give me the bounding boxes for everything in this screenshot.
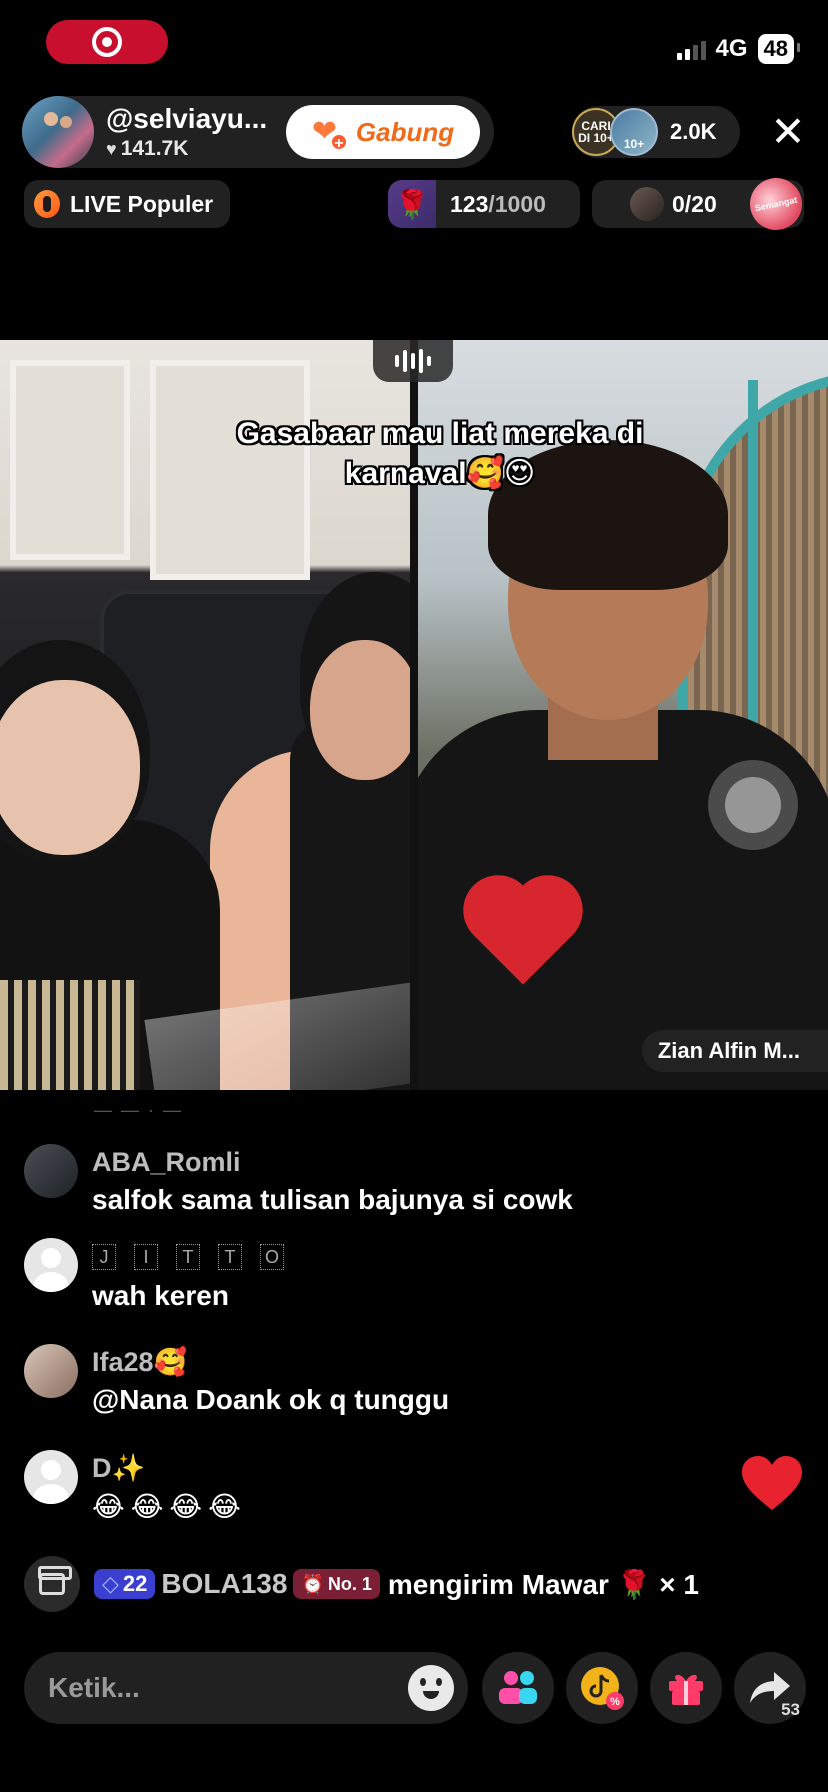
live-video-area[interactable]: Zian Alfin M... Gasabaar mau liat mereka…	[0, 340, 828, 1090]
guests-icon	[499, 1671, 537, 1704]
host-name[interactable]: @selviayu...	[106, 103, 276, 135]
tiktok-discount-icon: %	[581, 1667, 624, 1710]
comment-username[interactable]: D✨	[92, 1450, 247, 1486]
emoji-icon[interactable]	[408, 1665, 454, 1711]
faded-comment-remnant: — — · — —	[94, 1100, 183, 1114]
host-likes: ♥ 141.7K	[106, 137, 276, 161]
comment-avatar[interactable]	[24, 1344, 78, 1398]
share-button[interactable]: 53	[734, 1652, 806, 1724]
gift-sender-name[interactable]: BOLA138	[161, 1568, 287, 1600]
comment-item[interactable]: J I T T O wah keren	[24, 1238, 784, 1312]
comment-item[interactable]: Ifa28🥰 @Nana Doank ok q tunggu	[24, 1344, 784, 1416]
gift-box-icon	[24, 1556, 80, 1612]
username-letter: T	[176, 1244, 200, 1270]
comment-message: salfok sama tulisan bajunya si cowk	[92, 1184, 573, 1215]
join-button[interactable]: ❤ + Gabung	[286, 105, 480, 159]
heart-icon: ♥	[106, 138, 117, 159]
guest-name-label[interactable]: Zian Alfin M...	[641, 1030, 828, 1072]
gift-button[interactable]	[650, 1652, 722, 1724]
comment-username[interactable]: J I T T O	[92, 1244, 284, 1270]
top-viewer-badge-2: 10+	[623, 137, 645, 151]
status-bar: 4G 48	[676, 34, 801, 64]
guest-goal-chip[interactable]: 0/20 Semangat	[592, 173, 807, 235]
svg-text:%: %	[610, 1696, 620, 1708]
comment-avatar[interactable]	[24, 1144, 78, 1198]
host-likes-count: 141.7K	[120, 137, 189, 160]
rose-icon: 🌹	[388, 180, 436, 228]
rose-goal-chip[interactable]: 🌹 123/1000	[388, 180, 580, 228]
person-face	[0, 680, 140, 855]
top-viewer-avatar-2[interactable]: 10+	[610, 108, 658, 156]
guest-avatar	[630, 187, 664, 221]
share-count: 53	[781, 1700, 800, 1719]
gift-event-row[interactable]: ◇ 22 BOLA138 ⏰ No. 1 mengirim Mawar 🌹 × …	[24, 1556, 814, 1612]
person-face	[310, 640, 410, 780]
live-popular-chip[interactable]: LIVE Populer	[24, 180, 230, 228]
comment-username[interactable]: ABA_Romli	[92, 1144, 573, 1180]
network-type: 4G	[715, 35, 748, 62]
signal-icon	[676, 38, 706, 60]
join-button-label: Gabung	[355, 116, 455, 147]
join-heart-plus-icon: ❤ +	[312, 117, 348, 152]
close-icon[interactable]: ✕	[768, 111, 808, 153]
comment-item[interactable]: D✨ 😂😂😂😂	[24, 1450, 784, 1523]
floating-assistive-button[interactable]	[708, 760, 798, 850]
guest-goal-count: 0/20	[672, 190, 717, 217]
comment-input-bar[interactable]	[24, 1652, 468, 1724]
record-icon	[92, 27, 122, 57]
comment-avatar[interactable]	[24, 1450, 78, 1504]
gift-icon	[669, 1674, 703, 1705]
multi-guest-button[interactable]	[482, 1652, 554, 1724]
username-letter: O	[260, 1244, 284, 1270]
striped-clothing	[0, 980, 140, 1090]
like-heart-icon[interactable]	[740, 1454, 804, 1514]
comment-message: wah keren	[92, 1280, 229, 1311]
diamond-icon: ◇	[102, 1571, 119, 1596]
rose-goal-progress: 123/1000	[450, 191, 546, 218]
comment-message: 😂😂😂😂	[92, 1491, 247, 1522]
username-letter: J	[92, 1244, 116, 1270]
promo-button[interactable]: %	[566, 1652, 638, 1724]
viewer-list[interactable]: CARI DI 10+ 10+ 2.0K	[572, 106, 740, 158]
viewer-count: 2.0K	[670, 119, 717, 144]
comment-item[interactable]: ABA_Romli salfok sama tulisan bajunya si…	[24, 1144, 784, 1216]
wall-panel	[10, 360, 130, 560]
host-avatar[interactable]	[22, 96, 94, 168]
video-caption: Gasabaar mau liat mereka di karnaval🥰😍	[236, 417, 644, 490]
user-level-badge: ◇ 22	[94, 1569, 156, 1599]
username-letter: T	[218, 1244, 242, 1270]
rank-value: No. 1	[327, 1573, 372, 1594]
alarm-clock-icon: ⏰	[301, 1573, 324, 1594]
user-level-value: 22	[122, 1571, 148, 1596]
rose-goal-value: /1000	[488, 190, 546, 217]
battery-indicator: 48	[757, 34, 801, 64]
screen-recording-indicator	[46, 20, 168, 64]
rose-progress-value: 123	[450, 190, 489, 217]
username-letter: I	[134, 1244, 158, 1270]
gift-message: mengirim Mawar 🌹 × 1	[387, 1568, 699, 1600]
comment-input[interactable]	[48, 1672, 348, 1704]
rank-badge: ⏰ No. 1	[293, 1569, 380, 1599]
audio-wave-icon[interactable]	[373, 340, 453, 382]
live-popular-label: LIVE Populer	[70, 190, 214, 217]
comment-avatar[interactable]	[24, 1238, 78, 1292]
comment-username[interactable]: Ifa28🥰	[92, 1344, 449, 1380]
popular-flame-icon	[34, 190, 60, 218]
semangat-sticker: Semangat	[745, 173, 807, 235]
comment-message: @Nana Doank ok q tunggu	[92, 1384, 450, 1415]
host-card[interactable]: @selviayu... ♥ 141.7K ❤ + Gabung	[22, 96, 494, 168]
